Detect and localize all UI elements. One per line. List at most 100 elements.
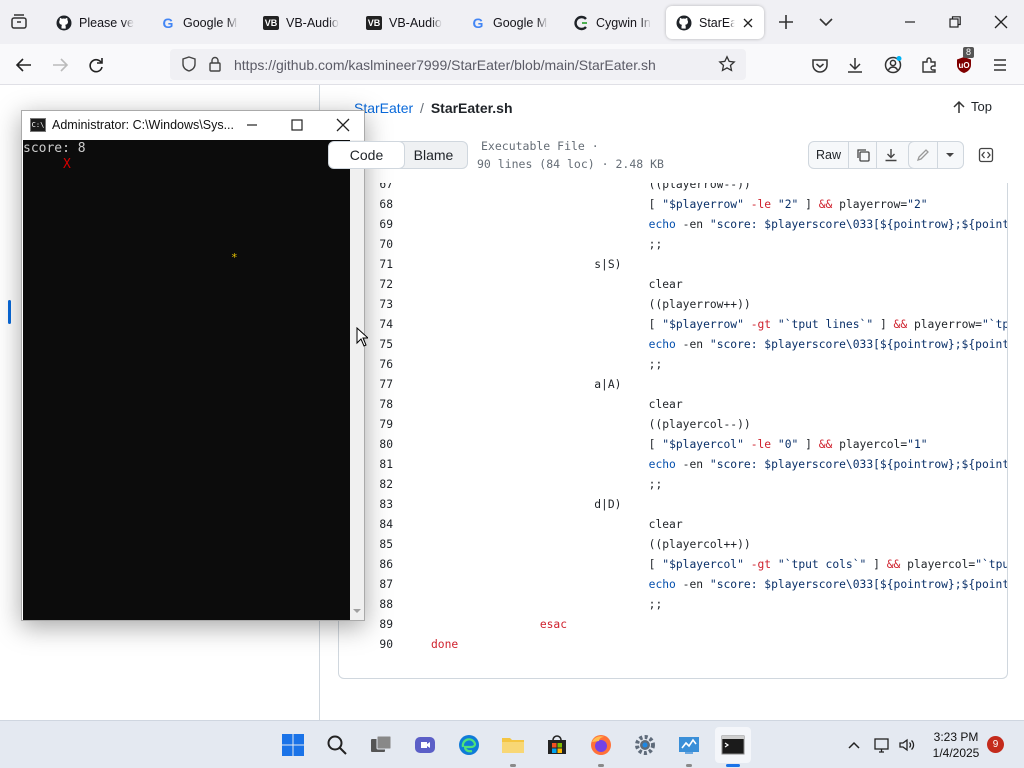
- control-panel-button[interactable]: [671, 727, 707, 767]
- top-button[interactable]: Top: [952, 99, 992, 114]
- search-button[interactable]: [319, 727, 355, 763]
- code-content: s|S): [431, 255, 621, 275]
- code-token: &&: [818, 438, 833, 451]
- raw-button[interactable]: Raw: [809, 142, 849, 168]
- windows-taskbar: 3:23 PM 1/4/2025 9: [0, 720, 1024, 768]
- start-button[interactable]: [275, 727, 311, 763]
- cmd-title-bar[interactable]: C:\ Administrator: C:\Windows\Sys...: [22, 111, 364, 140]
- pocket-icon[interactable]: [808, 53, 832, 77]
- firefox-button[interactable]: [583, 727, 619, 767]
- task-view-button[interactable]: [363, 727, 399, 763]
- console-scrollbar[interactable]: [350, 140, 364, 620]
- code-token: ]: [866, 558, 887, 571]
- tab-overview-icon[interactable]: [9, 12, 29, 32]
- line-number[interactable]: 90: [339, 635, 395, 655]
- search-icon: [327, 735, 347, 755]
- cmd-maximize-button[interactable]: [287, 115, 307, 135]
- gear-icon: [635, 735, 655, 755]
- google-icon: G: [472, 14, 484, 31]
- reload-button[interactable]: [84, 53, 108, 77]
- scroll-down-icon[interactable]: [350, 604, 364, 618]
- account-icon[interactable]: [881, 53, 905, 77]
- cmd-close-button[interactable]: [333, 115, 353, 135]
- tab-close-icon[interactable]: [742, 17, 754, 29]
- close-window-button[interactable]: [991, 12, 1011, 32]
- code-token: &&: [893, 318, 908, 331]
- settings-button[interactable]: [627, 727, 663, 763]
- code-content: [ "$playercol" -gt "`tput cols`" ] && pl…: [431, 555, 1007, 575]
- forward-button[interactable]: [48, 53, 72, 77]
- code-token: d|D): [431, 498, 622, 511]
- cmd-window[interactable]: C:\ Administrator: C:\Windows\Sys... sco…: [21, 110, 365, 621]
- code-token: clear: [431, 518, 683, 531]
- code-token: "2": [777, 198, 799, 211]
- console-output[interactable]: score: 8 X *: [23, 140, 350, 620]
- tab-blame[interactable]: Blame: [400, 141, 468, 169]
- code-view[interactable]: 67 ((playerrow--)) 68 [ "$playerrow" -le …: [338, 183, 1008, 679]
- tab-blame-label: Blame: [413, 147, 454, 163]
- code-token: )): [737, 183, 751, 191]
- back-button[interactable]: [12, 53, 36, 77]
- terminal-button[interactable]: [715, 727, 751, 767]
- code-token: ;;: [431, 238, 663, 251]
- code-token: ;;: [431, 358, 663, 371]
- running-indicator: [686, 764, 692, 767]
- meet-app-button[interactable]: [407, 727, 443, 763]
- tracking-protection-icon[interactable]: [180, 55, 198, 73]
- symbols-panel-button[interactable]: [972, 141, 1000, 169]
- network-button[interactable]: [868, 727, 896, 763]
- list-all-tabs-button[interactable]: [816, 12, 836, 32]
- file-explorer-button[interactable]: [495, 727, 531, 767]
- extensions-icon[interactable]: [917, 53, 941, 77]
- edit-dropdown-button[interactable]: [938, 142, 963, 168]
- tab[interactable]: Please veri: [46, 6, 144, 39]
- show-hidden-icons-button[interactable]: [840, 727, 868, 763]
- url-bar[interactable]: https://github.com/kaslmineer7999/StarEa…: [170, 49, 746, 80]
- copy-raw-button[interactable]: [849, 142, 877, 168]
- app-menu-icon[interactable]: [988, 53, 1012, 77]
- code-token: ;;: [431, 478, 663, 491]
- tab[interactable]: Cygwin In: [563, 6, 661, 39]
- downloads-icon[interactable]: [843, 53, 867, 77]
- lock-icon[interactable]: [206, 55, 224, 73]
- code-token: "score: $playerscore\033[${pointrow};${p…: [709, 218, 1007, 231]
- clock[interactable]: 3:23 PM 1/4/2025: [930, 729, 982, 761]
- restore-window-button[interactable]: [945, 12, 965, 32]
- new-tab-button[interactable]: [776, 12, 796, 32]
- terminal-icon: [721, 735, 745, 755]
- code-token: "`tput lin: [981, 318, 1007, 331]
- minimize-window-button[interactable]: [900, 12, 920, 32]
- tab-active[interactable]: StarEater: [666, 6, 764, 39]
- code-content: ;;: [431, 475, 663, 495]
- cmd-app-icon: C:\: [30, 118, 46, 132]
- code-content: clear: [431, 395, 683, 415]
- code-token: "$playercol": [662, 558, 744, 571]
- code-content: esac: [431, 615, 567, 635]
- edit-file-button[interactable]: [909, 142, 938, 168]
- tab[interactable]: G Google Ma: [460, 6, 558, 39]
- code-token: "2": [907, 198, 928, 211]
- tab[interactable]: VB VB-Audio: [356, 6, 454, 39]
- ublock-origin-icon[interactable]: uO 8: [952, 47, 976, 77]
- code-token: echo: [648, 458, 676, 471]
- bookmark-star-icon[interactable]: [718, 55, 736, 73]
- code-token: -en: [675, 458, 710, 471]
- download-raw-button[interactable]: [877, 142, 905, 168]
- code-token: -gt: [750, 318, 772, 331]
- cmd-minimize-button[interactable]: [242, 115, 262, 135]
- video-call-icon: [415, 737, 435, 753]
- triangle-down-icon: [946, 153, 955, 157]
- tab[interactable]: G Google Ma: [150, 6, 248, 39]
- tab[interactable]: VB VB-Audio: [253, 6, 351, 39]
- code-content: [ "$playerrow" -le "2" ] && playerrow="2…: [431, 195, 928, 215]
- code-content: [ "$playerrow" -gt "`tput lines`" ] && p…: [431, 315, 1007, 335]
- tab-code[interactable]: Code: [328, 141, 405, 169]
- edge-button[interactable]: [451, 727, 487, 763]
- code-token: done: [431, 638, 459, 651]
- code-content: clear: [431, 515, 683, 535]
- store-button[interactable]: [539, 727, 575, 763]
- volume-button[interactable]: [893, 727, 921, 763]
- notification-badge[interactable]: 9: [987, 736, 1004, 753]
